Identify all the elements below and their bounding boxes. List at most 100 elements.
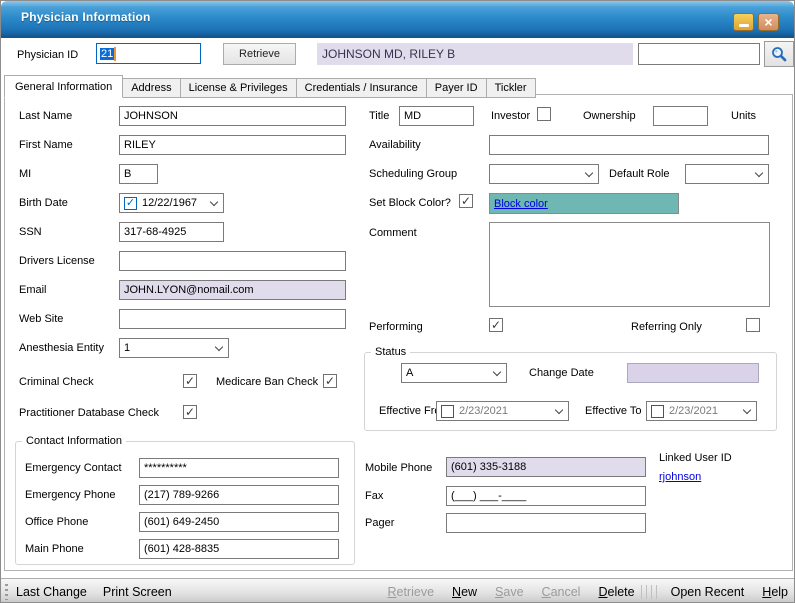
block-color-link[interactable]: Block color <box>494 198 548 210</box>
office-phone-input[interactable] <box>139 512 339 532</box>
default-role-select[interactable] <box>685 164 769 184</box>
performing-label: Performing <box>369 321 423 333</box>
emergency-contact-input[interactable] <box>139 458 339 478</box>
minimize-icon <box>739 24 749 27</box>
tab-license-privileges[interactable]: License & Privileges <box>180 78 297 98</box>
ssn-input[interactable] <box>119 222 224 242</box>
linked-user-id-link[interactable]: rjohnson <box>659 471 701 483</box>
email-label: Email <box>19 284 47 296</box>
comment-textarea[interactable] <box>489 222 770 307</box>
statusbar-new[interactable]: New <box>452 585 477 599</box>
referring-only-label: Referring Only <box>631 321 702 333</box>
statusbar-print-screen[interactable]: Print Screen <box>103 585 172 599</box>
text-caret <box>114 47 116 61</box>
first-name-input[interactable] <box>119 135 346 155</box>
search-input[interactable] <box>638 43 760 65</box>
statusbar-help[interactable]: Help <box>762 585 788 599</box>
block-color-swatch: Block color <box>489 193 679 214</box>
emergency-contact-label: Emergency Contact <box>25 462 122 474</box>
first-name-label: First Name <box>19 139 73 151</box>
mi-input[interactable] <box>119 164 158 184</box>
statusbar-last-change[interactable]: Last Change <box>16 585 87 599</box>
statusbar-delete[interactable]: Delete <box>598 585 634 599</box>
grip-handle-icon[interactable] <box>5 584 8 600</box>
statusbar: Last Change Print Screen Retrieve New Sa… <box>1 578 795 603</box>
status-legend: Status <box>371 346 410 358</box>
window-title: Physician Information <box>21 10 151 24</box>
statusbar-left: Last Change Print Screen <box>16 585 188 599</box>
anesthesia-entity-label: Anesthesia Entity <box>19 342 104 354</box>
effective-from-picker[interactable]: 2/23/2021 <box>436 401 569 421</box>
anesthesia-entity-select[interactable]: 1 <box>119 338 229 358</box>
criminal-check-checkbox[interactable] <box>183 374 197 388</box>
minimize-button[interactable] <box>733 13 754 31</box>
retrieve-button[interactable]: Retrieve <box>223 43 296 65</box>
medicare-ban-check-checkbox[interactable] <box>323 374 337 388</box>
anesthesia-entity-value: 1 <box>124 342 216 354</box>
fax-input[interactable] <box>446 486 646 506</box>
statusbar-cancel[interactable]: Cancel <box>542 585 581 599</box>
search-icon <box>770 45 788 63</box>
effective-to-checkbox[interactable] <box>651 405 664 418</box>
statusbar-save[interactable]: Save <box>495 585 524 599</box>
criminal-check-label: Criminal Check <box>19 376 94 388</box>
last-name-input[interactable] <box>119 106 346 126</box>
emergency-phone-input[interactable] <box>139 485 339 505</box>
performing-checkbox[interactable] <box>489 318 503 332</box>
search-button[interactable] <box>764 41 794 67</box>
tab-strip: General Information Address License & Pr… <box>4 75 535 98</box>
birth-date-checkbox[interactable] <box>124 197 137 210</box>
chevron-down-icon <box>585 168 593 176</box>
effective-to-picker[interactable]: 2/23/2021 <box>646 401 757 421</box>
chevron-down-icon <box>215 342 223 350</box>
status-select[interactable]: A <box>401 363 507 383</box>
set-block-color-checkbox[interactable] <box>459 194 473 208</box>
main-phone-input[interactable] <box>139 539 339 559</box>
investor-checkbox[interactable] <box>537 107 551 121</box>
drivers-license-input[interactable] <box>119 251 346 271</box>
statusbar-open-recent[interactable]: Open Recent <box>671 585 745 599</box>
close-button[interactable]: × <box>758 13 779 31</box>
fax-label: Fax <box>365 490 383 502</box>
mobile-phone-label: Mobile Phone <box>365 462 432 474</box>
comment-label: Comment <box>369 227 417 239</box>
physician-id-label: Physician ID <box>17 49 78 61</box>
chevron-down-icon <box>555 405 563 413</box>
tab-tickler[interactable]: Tickler <box>486 78 536 98</box>
tab-general-information[interactable]: General Information <box>4 75 123 98</box>
physician-id-value: 21 <box>100 48 114 60</box>
set-block-color-label: Set Block Color? <box>369 197 451 209</box>
statusbar-retrieve[interactable]: Retrieve <box>387 585 434 599</box>
birth-date-picker[interactable]: 12/22/1967 <box>119 193 224 213</box>
web-site-input[interactable] <box>119 309 346 329</box>
titlebar: Physician Information × <box>1 1 794 38</box>
contact-information-legend: Contact Information <box>22 435 126 447</box>
availability-input[interactable] <box>489 135 769 155</box>
mobile-phone-input[interactable] <box>446 457 646 477</box>
title-label: Title <box>369 110 389 122</box>
pager-input[interactable] <box>446 513 646 533</box>
scheduling-group-select[interactable] <box>489 164 599 184</box>
referring-only-checkbox[interactable] <box>746 318 760 332</box>
email-input[interactable] <box>119 280 346 300</box>
tab-credentials-insurance[interactable]: Credentials / Insurance <box>296 78 427 98</box>
medicare-ban-check-label: Medicare Ban Check <box>216 376 318 388</box>
title-input[interactable] <box>399 106 474 126</box>
drivers-license-label: Drivers License <box>19 255 95 267</box>
main-phone-label: Main Phone <box>25 543 84 555</box>
practitioner-database-check-checkbox[interactable] <box>183 405 197 419</box>
ownership-input[interactable] <box>653 106 708 126</box>
tab-payer-id[interactable]: Payer ID <box>426 78 487 98</box>
physician-id-input[interactable]: 21 <box>96 43 201 64</box>
change-date-label: Change Date <box>529 367 594 379</box>
web-site-label: Web Site <box>19 313 63 325</box>
chevron-down-icon <box>743 405 751 413</box>
tab-address[interactable]: Address <box>122 78 180 98</box>
effective-from-checkbox[interactable] <box>441 405 454 418</box>
emergency-phone-label: Emergency Phone <box>25 489 116 501</box>
effective-from-value: 2/23/2021 <box>459 405 551 417</box>
mi-label: MI <box>19 168 31 180</box>
birth-date-label: Birth Date <box>19 197 68 209</box>
units-label: Units <box>731 110 756 122</box>
physician-name-display: JOHNSON MD, RILEY B <box>317 43 633 65</box>
